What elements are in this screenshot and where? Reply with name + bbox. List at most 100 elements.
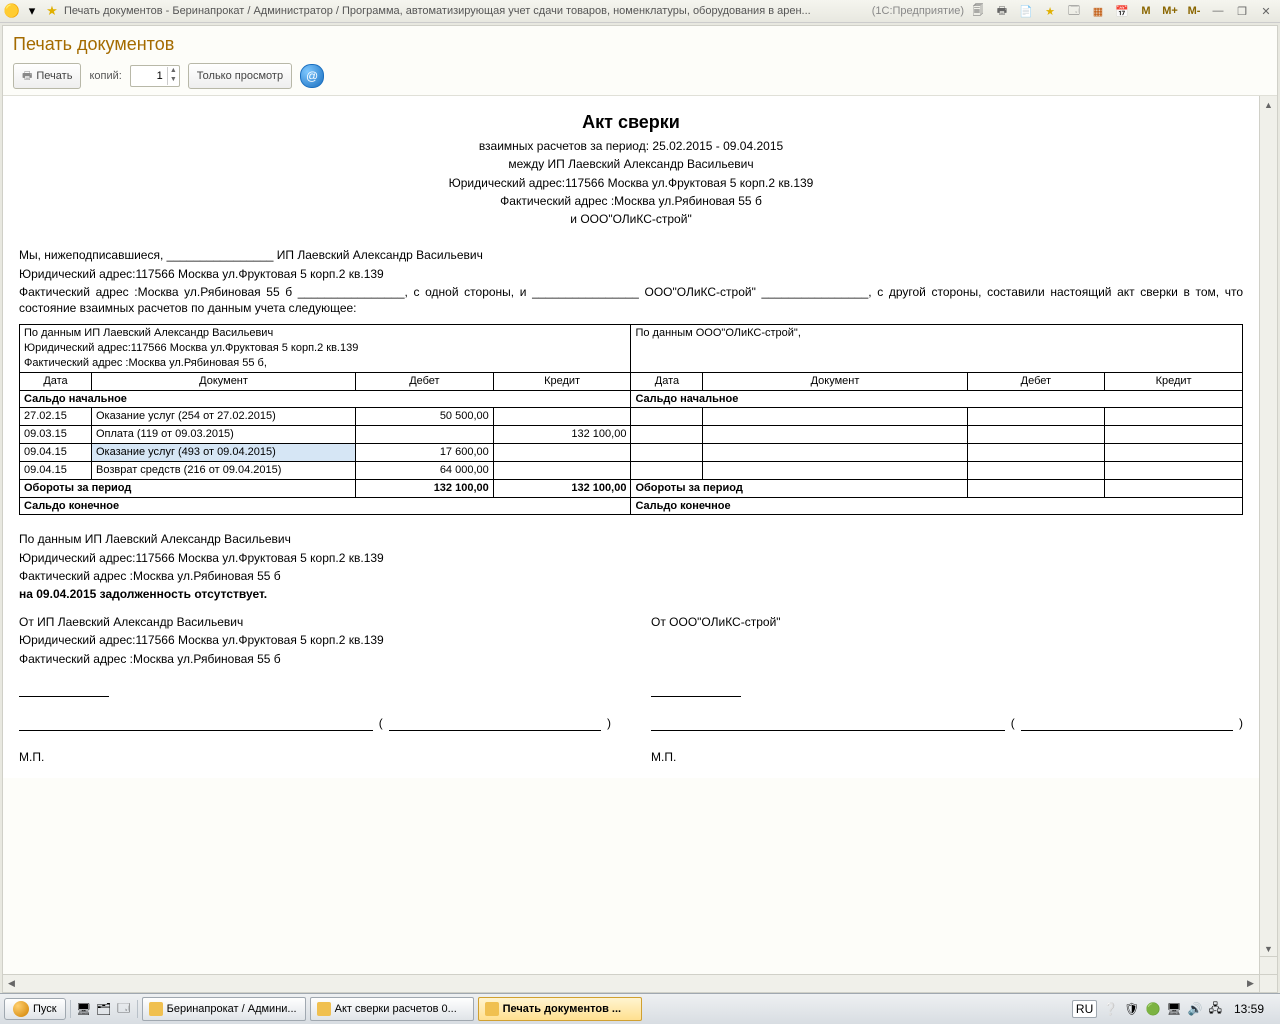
m-button[interactable]: M bbox=[1136, 2, 1156, 20]
task-icon bbox=[317, 1002, 331, 1016]
tray-shield-icon[interactable]: 🛡 bbox=[1124, 1002, 1139, 1016]
copies-spinner[interactable]: ▲ ▼ bbox=[130, 65, 180, 87]
page-container: Печать документов 🖶 Печать копий: ▲ ▼ То… bbox=[2, 25, 1278, 993]
col-debit-right: Дебет bbox=[967, 372, 1105, 390]
tray-help-icon[interactable]: ❔ bbox=[1103, 1002, 1118, 1016]
start-orb-icon bbox=[13, 1001, 29, 1017]
start-button[interactable]: Пуск bbox=[4, 998, 66, 1020]
col-doc-left: Документ bbox=[92, 372, 356, 390]
copies-label: копий: bbox=[89, 70, 121, 82]
doc-line4: Фактический адрес :Москва ул.Рябиновая 5… bbox=[19, 193, 1243, 209]
taskbar-task-1[interactable]: Беринапрокат / Админи... bbox=[142, 997, 306, 1021]
doc-line1: взаимных расчетов за период: 25.02.2015 … bbox=[19, 138, 1243, 154]
intro-line2: Юридический адрес:117566 Москва ул.Фрукт… bbox=[19, 266, 1243, 282]
left-party-header: По данным ИП Лаевский Александр Васильев… bbox=[20, 325, 631, 373]
tray-network-icon[interactable]: 🔊 bbox=[1188, 1002, 1203, 1016]
col-date-left: Дата bbox=[20, 372, 92, 390]
mp-right: М.П. bbox=[651, 749, 1243, 765]
print-button-label: Печать bbox=[36, 70, 72, 82]
sig-long-line bbox=[19, 716, 373, 731]
start-label: Пуск bbox=[33, 1003, 57, 1015]
page-title: Печать документов bbox=[3, 26, 1277, 59]
table-row: 09.04.15 Возврат средств (216 от 09.04.2… bbox=[20, 461, 1243, 479]
col-debit-left: Дебет bbox=[356, 372, 494, 390]
taskbar-task-3[interactable]: Печать документов ... bbox=[478, 997, 642, 1021]
tb-icon-6[interactable]: ▦ bbox=[1088, 2, 1108, 20]
vertical-scrollbar[interactable]: ▲ ▼ bbox=[1259, 96, 1277, 974]
window-title: Печать документов - Беринапрокат / Админ… bbox=[64, 5, 868, 17]
quick-launch: 🖥 🗂 🗔 bbox=[70, 1000, 138, 1018]
tb-icon-5[interactable]: 🗔 bbox=[1064, 2, 1084, 20]
maximize-button[interactable]: ❐ bbox=[1232, 2, 1252, 20]
language-indicator[interactable]: RU bbox=[1072, 1000, 1097, 1018]
saldo-start-left: Сальдо начальное bbox=[20, 390, 631, 408]
preview-button-label: Только просмотр bbox=[197, 70, 283, 82]
dropdown-icon[interactable]: ▾ bbox=[24, 3, 40, 19]
table-row: 27.02.15 Оказание услуг (254 от 27.02.20… bbox=[20, 408, 1243, 426]
footer-line3: Фактический адрес :Москва ул.Рябиновая 5… bbox=[19, 568, 1243, 584]
scroll-corner bbox=[1259, 975, 1277, 992]
doc-line5: и ООО"ОЛиКС-строй" bbox=[19, 211, 1243, 227]
m-plus-button[interactable]: M+ bbox=[1160, 2, 1180, 20]
scroll-up-icon[interactable]: ▲ bbox=[1260, 96, 1277, 113]
minimize-button[interactable]: — bbox=[1208, 2, 1228, 20]
tb-icon-3[interactable]: 📄 bbox=[1016, 2, 1036, 20]
intro-line3: Фактический адрес :Москва ул.Рябиновая 5… bbox=[19, 284, 1243, 316]
reconciliation-table: По данным ИП Лаевский Александр Васильев… bbox=[19, 324, 1243, 515]
m-minus-button[interactable]: M- bbox=[1184, 2, 1204, 20]
sig-short-line bbox=[19, 696, 109, 697]
doc-line2: между ИП Лаевский Александр Васильевич bbox=[19, 156, 1243, 172]
scroll-right-icon[interactable]: ▶ bbox=[1242, 975, 1259, 992]
task-icon bbox=[485, 1002, 499, 1016]
tb-star-icon[interactable]: ★ bbox=[1040, 2, 1060, 20]
saldo-end-left: Сальдо конечное bbox=[20, 497, 631, 515]
horizontal-scrollbar[interactable]: ◀ ▶ bbox=[3, 974, 1277, 992]
col-doc-right: Документ bbox=[703, 372, 967, 390]
table-row: 09.03.15 Оплата (119 от 09.03.2015) 132 … bbox=[20, 426, 1243, 444]
footer-block: По данным ИП Лаевский Александр Васильев… bbox=[19, 531, 1243, 602]
print-button[interactable]: 🖶 Печать bbox=[13, 63, 81, 89]
app-icon: 🟡 bbox=[4, 3, 20, 19]
turnover-left-label: Обороты за период bbox=[20, 479, 356, 497]
saldo-start-right: Сальдо начальное bbox=[631, 390, 1243, 408]
document-wrap: Акт сверки взаимных расчетов за период: … bbox=[3, 96, 1277, 974]
signatures-row: От ИП Лаевский Александр Васильевич Юрид… bbox=[19, 612, 1243, 767]
turnover-left-credit: 132 100,00 bbox=[493, 479, 631, 497]
mp-left: М.П. bbox=[19, 749, 611, 765]
tray-icon-1[interactable]: 🟢 bbox=[1145, 1002, 1160, 1016]
tb-print-icon[interactable]: 🖶 bbox=[992, 2, 1012, 20]
tray-icon-4[interactable]: 🖧 bbox=[1209, 999, 1222, 1020]
document-scroll[interactable]: Акт сверки взаимных расчетов за период: … bbox=[3, 96, 1259, 974]
tb-calendar-icon[interactable]: 📅 bbox=[1112, 2, 1132, 20]
footer-line1: По данным ИП Лаевский Александр Васильев… bbox=[19, 531, 1243, 547]
close-button[interactable]: ✕ bbox=[1256, 2, 1276, 20]
window-titlebar: 🟡 ▾ ★ Печать документов - Беринапрокат /… bbox=[0, 0, 1280, 23]
tb-icon-1[interactable]: 🗐 bbox=[968, 2, 988, 20]
scroll-left-icon[interactable]: ◀ bbox=[3, 975, 20, 992]
taskbar-task-2[interactable]: Акт сверки расчетов 0... bbox=[310, 997, 474, 1021]
clock[interactable]: 13:59 bbox=[1228, 1002, 1270, 1016]
ql-icon-1[interactable]: 🖥 bbox=[75, 1000, 93, 1018]
tray-icon-2[interactable]: 🖥 bbox=[1166, 1002, 1181, 1016]
intro-line1: Мы, нижеподписавшиеся, ________________ … bbox=[19, 247, 1243, 263]
table-row: 09.04.15 Оказание услуг (493 от 09.04.20… bbox=[20, 444, 1243, 462]
ql-icon-3[interactable]: 🗔 bbox=[115, 1000, 133, 1018]
window-suffix: (1С:Предприятие) bbox=[872, 5, 964, 17]
preview-button[interactable]: Только просмотр bbox=[188, 63, 292, 89]
copies-input[interactable] bbox=[131, 70, 167, 82]
col-credit-right: Кредит bbox=[1105, 372, 1243, 390]
task-icon bbox=[149, 1002, 163, 1016]
saldo-end-right: Сальдо конечное bbox=[631, 497, 1243, 515]
spin-down-icon[interactable]: ▼ bbox=[167, 76, 179, 85]
footer-line4: на 09.04.2015 задолженность отсутствует. bbox=[19, 586, 1243, 602]
star-icon[interactable]: ★ bbox=[44, 3, 60, 19]
scroll-down-icon[interactable]: ▼ bbox=[1260, 940, 1277, 957]
doc-title: Акт сверки bbox=[19, 110, 1243, 134]
at-button[interactable]: @ bbox=[300, 64, 324, 88]
spin-up-icon[interactable]: ▲ bbox=[167, 67, 179, 76]
ql-icon-2[interactable]: 🗂 bbox=[95, 1000, 113, 1018]
system-tray: RU ❔ 🛡 🟢 🖥 🔊 🖧 13:59 bbox=[1066, 999, 1276, 1020]
right-party-header: По данным ООО"ОЛиКС-строй", bbox=[631, 325, 1243, 373]
sig-long-line bbox=[651, 716, 1005, 731]
scroll-track[interactable] bbox=[20, 975, 1242, 992]
